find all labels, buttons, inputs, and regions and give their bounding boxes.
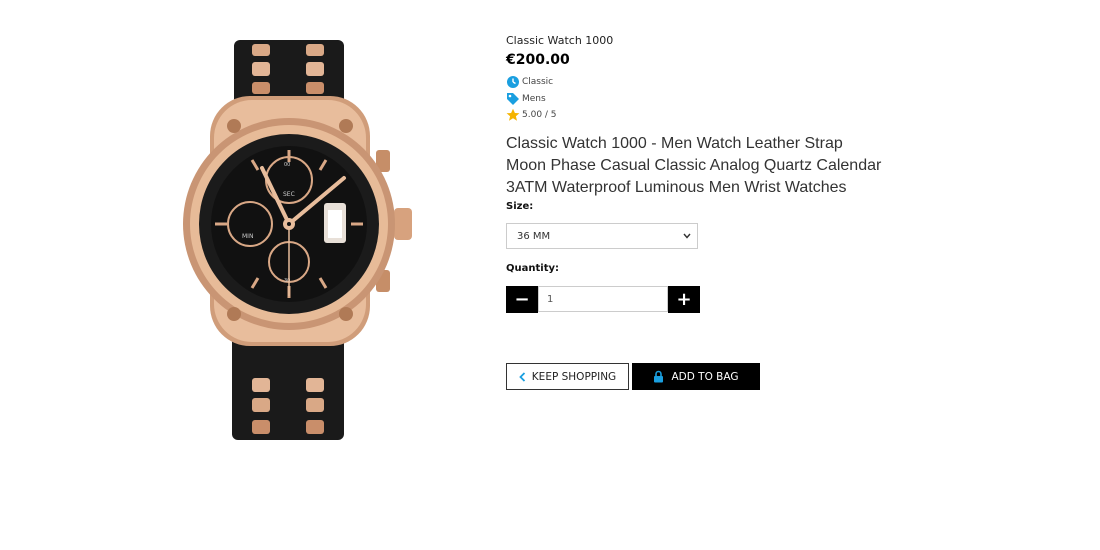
quantity-stepper: − 1 + <box>506 285 906 313</box>
product-style-row: Classic <box>506 74 906 90</box>
product-category-row: Mens <box>506 91 906 107</box>
size-label: Size: <box>506 201 534 212</box>
dial-number-top: 00 <box>284 162 290 168</box>
product-name: Classic Watch 1000 <box>506 34 614 47</box>
product-price: €200.00 <box>506 52 570 68</box>
dial-min-label: MIN <box>242 233 253 240</box>
quantity-input[interactable]: 1 <box>538 286 668 312</box>
watch-bottom-strap <box>232 336 344 440</box>
product-details: Classic Watch 1000 €200.00 Classic Mens … <box>506 34 906 390</box>
dial-sec-label: SEC <box>283 191 295 198</box>
product-description: Classic Watch 1000 - Men Watch Leather S… <box>506 135 882 196</box>
lock-icon <box>654 370 664 383</box>
keep-shopping-button[interactable]: KEEP SHOPPING <box>506 363 629 390</box>
product-image: SEC MIN 00 30 <box>183 40 412 440</box>
size-selected-value: 36 MM <box>517 230 551 242</box>
chevron-down-icon <box>683 233 691 239</box>
clock-icon <box>507 76 519 88</box>
action-buttons: KEEP SHOPPING ADD TO BAG <box>506 363 906 390</box>
add-to-bag-button[interactable]: ADD TO BAG <box>632 363 760 390</box>
tag-icon <box>507 93 519 105</box>
product-rating-row: 5.00 / 5 <box>506 107 906 123</box>
keep-shopping-label: KEEP SHOPPING <box>531 370 617 383</box>
quantity-increment-button[interactable]: + <box>668 285 700 313</box>
quantity-label: Quantity: <box>506 263 559 274</box>
product-style: Classic <box>522 77 554 87</box>
minus-icon: − <box>514 288 530 310</box>
star-icon <box>506 108 520 121</box>
quantity-decrement-button[interactable]: − <box>506 285 538 313</box>
chevron-left-icon <box>519 371 525 382</box>
size-select[interactable]: 36 MM <box>506 223 698 249</box>
plus-icon: + <box>676 288 692 310</box>
product-rating: 5.00 / 5 <box>522 110 557 120</box>
product-category: Mens <box>522 94 546 104</box>
add-to-bag-label: ADD TO BAG <box>671 370 739 383</box>
quantity-value: 1 <box>547 293 554 305</box>
